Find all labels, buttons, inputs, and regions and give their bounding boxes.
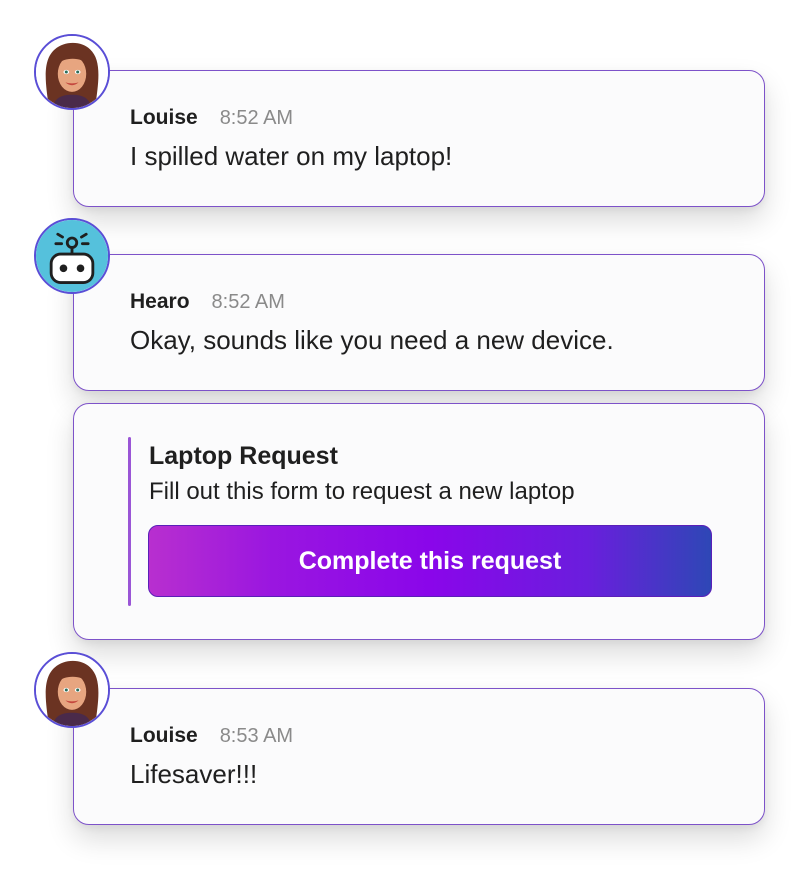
user-avatar-icon[interactable]	[34, 34, 110, 110]
request-attachment-card: Laptop Request Fill out this form to req…	[73, 403, 765, 640]
attachment-title: Laptop Request	[149, 442, 338, 470]
message-text: Okay, sounds like you need a new device.	[130, 325, 614, 355]
message-header: Louise 8:53 AM	[130, 724, 293, 748]
message-card: Hearo 8:52 AM Okay, sounds like you need…	[73, 254, 765, 391]
robot-avatar-icon[interactable]	[34, 218, 110, 294]
message-card: Louise 8:52 AM I spilled water on my lap…	[73, 70, 765, 207]
message-header: Louise 8:52 AM	[130, 106, 293, 130]
attachment-accent-bar	[128, 437, 131, 606]
message-author: Louise	[130, 724, 198, 747]
attachment-description: Fill out this form to request a new lapt…	[149, 478, 575, 505]
message-author: Hearo	[130, 290, 190, 313]
message-timestamp: 8:52 AM	[219, 107, 294, 129]
user-avatar-icon[interactable]	[34, 652, 110, 728]
message-text: I spilled water on my laptop!	[130, 141, 453, 171]
message-text: Lifesaver!!!	[130, 759, 258, 789]
message-author: Louise	[130, 106, 198, 129]
complete-request-button[interactable]: Complete this request	[148, 525, 712, 597]
message-timestamp: 8:53 AM	[219, 725, 294, 747]
message-header: Hearo 8:52 AM	[130, 290, 285, 314]
message-card: Louise 8:53 AM Lifesaver!!!	[73, 688, 765, 825]
message-timestamp: 8:52 AM	[211, 291, 285, 313]
